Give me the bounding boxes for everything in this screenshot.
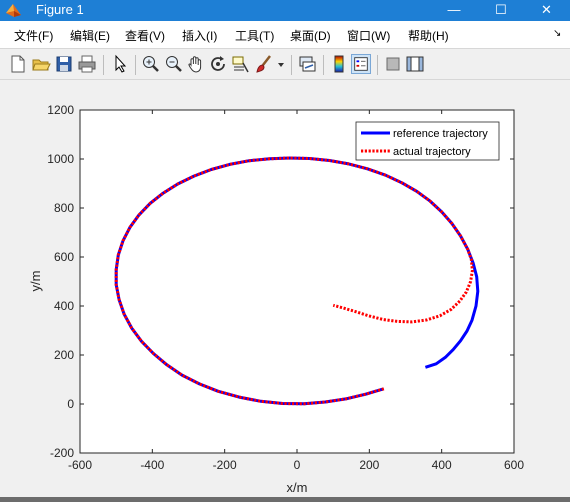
edit-plot-arrow-icon[interactable] — [110, 54, 130, 74]
y-tick-label: 1200 — [47, 103, 74, 117]
x-tick-label: 600 — [504, 458, 524, 472]
y-tick-label: 800 — [54, 201, 74, 215]
x-tick-label: -200 — [213, 458, 237, 472]
menu-desktop[interactable]: 桌面(D) — [290, 27, 331, 44]
menu-edit[interactable]: 编辑(E) — [70, 27, 110, 44]
zoom-out-icon[interactable] — [164, 54, 184, 74]
show-plot-tools-icon[interactable] — [405, 54, 425, 74]
new-figure-icon[interactable] — [8, 54, 28, 74]
x-tick-label: -600 — [68, 458, 92, 472]
toolbar-separator — [291, 55, 292, 75]
legend-reference-label: reference trajectory — [393, 128, 488, 140]
x-axis-label: x/m — [287, 480, 308, 495]
y-tick-label: 1000 — [47, 152, 74, 166]
y-tick-label: 0 — [67, 397, 74, 411]
menu-tools[interactable]: 工具(T) — [235, 27, 274, 44]
toolbar-separator — [323, 55, 324, 75]
print-icon[interactable] — [77, 54, 97, 74]
data-cursor-icon[interactable] — [230, 54, 250, 74]
menu-view[interactable]: 查看(V) — [125, 27, 165, 44]
toolbar-separator — [135, 55, 136, 75]
brush-icon[interactable] — [254, 54, 274, 74]
axes-area[interactable] — [79, 109, 515, 454]
brush-dropdown-icon[interactable] — [276, 54, 286, 74]
save-icon[interactable] — [54, 54, 74, 74]
y-tick-label: -200 — [50, 446, 74, 460]
figure-window: Figure 1 — ☐ ✕ 文件(F) 编辑(E) 查看(V) 插入(I) 工… — [0, 0, 570, 497]
y-tick-label: 400 — [54, 299, 74, 313]
trajectory-plot[interactable]: -600 -400 -200 0 200 400 600 -200 0 200 400 600 800 1… — [0, 80, 570, 497]
zoom-in-icon[interactable] — [141, 54, 161, 74]
insert-legend-icon[interactable] — [351, 54, 371, 74]
insert-colorbar-icon[interactable] — [329, 54, 349, 74]
figure-canvas: -600 -400 -200 0 200 400 600 -200 0 200 400 600 800 1… — [0, 80, 570, 497]
x-tick-label: -400 — [140, 458, 164, 472]
hide-plot-tools-icon[interactable] — [383, 54, 403, 74]
legend-actual-label: actual trajectory — [393, 146, 471, 158]
menu-file[interactable]: 文件(F) — [14, 27, 53, 44]
menu-bar: 文件(F) 编辑(E) 查看(V) 插入(I) 工具(T) 桌面(D) 窗口(W… — [0, 21, 570, 48]
x-tick-label: 200 — [359, 458, 379, 472]
x-tick-label: 0 — [294, 458, 301, 472]
menu-insert[interactable]: 插入(I) — [182, 27, 217, 44]
y-tick-label: 200 — [54, 348, 74, 362]
maximize-button[interactable]: ☐ — [478, 0, 524, 21]
matlab-icon — [6, 4, 21, 17]
open-file-icon[interactable] — [31, 54, 51, 74]
legend[interactable]: reference trajectory actual trajectory — [355, 121, 500, 161]
link-plot-icon[interactable] — [297, 54, 317, 74]
toolbar-separator — [377, 55, 378, 75]
pan-hand-icon[interactable] — [186, 54, 206, 74]
minimize-button[interactable]: — — [431, 0, 477, 21]
menu-window[interactable]: 窗口(W) — [347, 27, 390, 44]
rotate-3d-icon[interactable] — [208, 54, 228, 74]
x-tick-label: 400 — [432, 458, 452, 472]
toolbar-separator — [103, 55, 104, 75]
title-bar[interactable]: Figure 1 — ☐ ✕ — [0, 0, 570, 21]
y-axis-label: y/m — [28, 271, 43, 292]
menubar-overflow-icon[interactable]: ↘ — [553, 28, 561, 39]
menu-help[interactable]: 帮助(H) — [408, 27, 449, 44]
close-button[interactable]: ✕ — [523, 0, 570, 21]
window-title: Figure 1 — [36, 2, 84, 17]
figure-toolbar — [0, 48, 570, 80]
y-tick-label: 600 — [54, 250, 74, 264]
